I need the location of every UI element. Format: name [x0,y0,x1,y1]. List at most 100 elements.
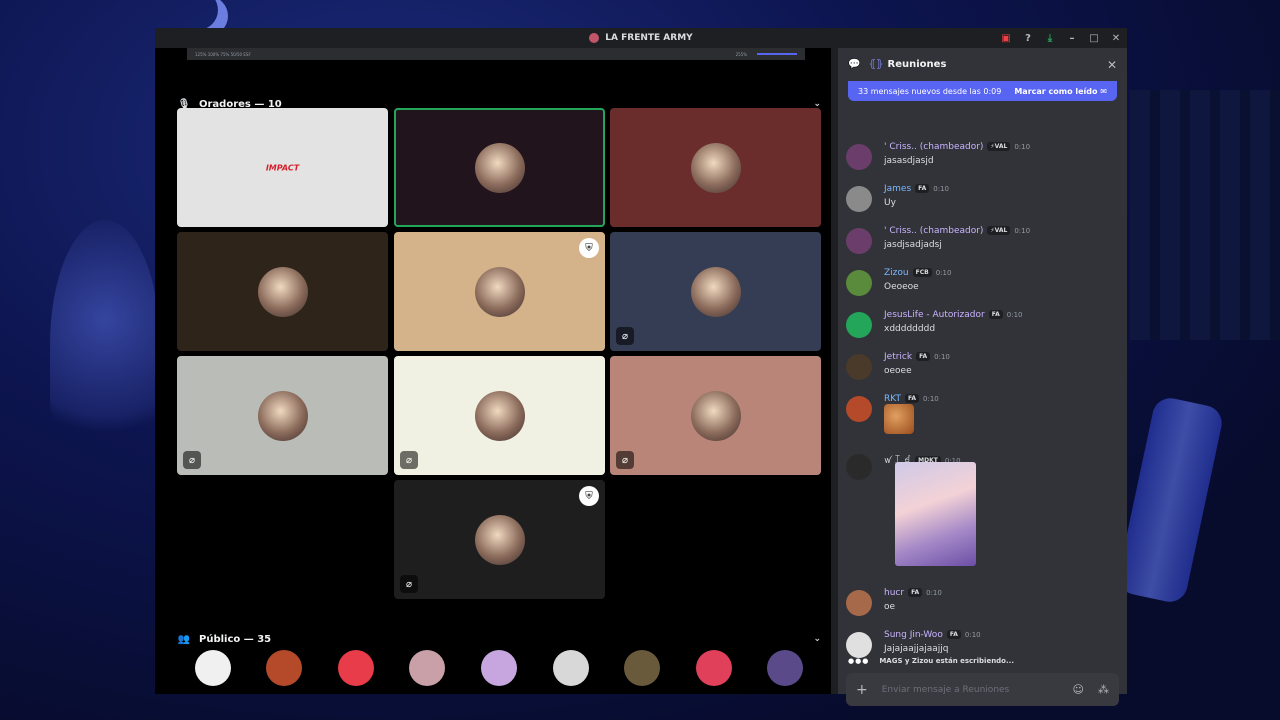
avatar[interactable] [846,186,872,212]
emoji-icon[interactable]: ☺ [1073,683,1084,696]
toolbar-left-text: 125% 100% 75% 50/50 ESF [195,51,251,57]
sticker-image[interactable] [884,404,914,434]
chat-header: 💬 ⦃⦄ Reuniones ✕ [838,48,1127,81]
author-name[interactable]: Zizou [884,268,909,278]
audience-member[interactable] [326,650,386,694]
author-name[interactable]: hucr [884,588,904,598]
audience-header[interactable]: 👥 Público — 35 ⌄ [177,630,821,648]
discord-window: LA FRENTE ARMY ▣ ? ⤓ – □ ✕ 125% 100% 75%… [155,28,1127,706]
apps-icon[interactable]: ⁂ [1098,683,1109,696]
speaker-tile[interactable]: ⛨ [394,232,605,351]
chevron-down-icon[interactable]: ⌄ [813,634,821,644]
speaker-tile[interactable]: ⌀ [177,356,388,475]
people-icon: 👥 [177,633,191,645]
audience-name [541,686,601,694]
timestamp: 0:10 [935,269,952,277]
chat-message[interactable]: Jetrick FA 0:10 oeoee [838,352,1127,388]
chat-message[interactable]: JesusLife - Autorizador FA 0:10 xdddddddd [838,310,1127,346]
chat-message[interactable]: ꪝ ꀤ ꀸ MDKT 0:10 [838,452,1127,572]
audience-row [177,650,821,694]
audience-member[interactable] [397,650,457,694]
chat-message[interactable]: James FA 0:10 Uy [838,184,1127,220]
author-name[interactable]: JesusLife - Autorizador [884,310,985,320]
author-name[interactable]: Sung Jin-Woo [884,630,943,640]
timestamp: 0:10 [926,589,942,597]
audience-member[interactable] [541,650,601,694]
avatar[interactable] [846,396,872,422]
avatar[interactable] [846,590,872,616]
avatar [695,650,732,686]
author-name[interactable]: RKT [884,394,901,404]
audience-member[interactable] [183,650,243,694]
window-title: LA FRENTE ARMY [605,33,693,43]
chat-message[interactable]: ' Criss.. (chambeador) ⚡VAL 0:10 jasdjsadja… [838,226,1127,262]
audience-member[interactable] [684,650,744,694]
impact-logo: IMPACT [265,163,300,172]
chat-message[interactable]: ' Criss.. (chambeador) ⚡VAL 0:10 jasasdjasj… [838,142,1127,178]
avatar[interactable] [846,144,872,170]
avatar[interactable] [846,270,872,296]
attach-plus-icon[interactable]: + [856,682,868,698]
chat-message[interactable]: hucr FA 0:10 oe [838,588,1127,624]
audience-member[interactable] [612,650,672,694]
message-header: ' Criss.. (chambeador) ⚡VAL 0:10 [884,226,1030,236]
speaker-tile[interactable]: ⌀ [610,232,821,351]
zoom-level: 255% [735,51,747,57]
title-bar: LA FRENTE ARMY ▣ ? ⤓ – □ ✕ [155,28,1127,48]
download-icon[interactable]: ⤓ [1039,33,1061,44]
avatar[interactable] [846,228,872,254]
message-header: ' Criss.. (chambeador) ⚡VAL 0:10 [884,142,1030,152]
speaker-tile[interactable] [177,232,388,351]
speaker-tile[interactable] [394,108,605,227]
avatar [480,650,517,686]
author-name[interactable]: Jetrick [884,352,912,362]
speaker-tile[interactable] [610,108,821,227]
close-window-button[interactable]: ✕ [1105,33,1127,44]
typing-dots-icon: ●●● [848,657,870,665]
timestamp: 0:10 [1014,227,1031,235]
minimize-button[interactable]: – [1061,33,1083,44]
composer-input[interactable]: Enviar mensaje a Reuniones [882,685,1010,695]
message-text: xdddddddd [884,324,936,334]
audience-member[interactable] [254,650,314,694]
message-header: Jetrick FA 0:10 [884,352,950,362]
audience-member[interactable] [469,650,529,694]
avatar[interactable] [846,354,872,380]
user-avatar [690,266,741,317]
muted-mic-icon: ⌀ [400,451,418,469]
timestamp: 0:10 [934,353,950,361]
avatar [767,650,804,686]
zoom-slider[interactable] [757,53,797,55]
speaker-tile[interactable]: ⌀ ⛨ [394,480,605,599]
avatar[interactable] [846,312,872,338]
message-text: Uy [884,198,896,208]
stream-toolbar: 125% 100% 75% 50/50 ESF 255% [187,48,805,60]
new-messages-banner[interactable]: 33 mensajes nuevos desde las 0:09 Marcar… [848,81,1117,101]
author-name[interactable]: ' Criss.. (chambeador) [884,226,983,236]
maximize-button[interactable]: □ [1083,33,1105,44]
chat-message[interactable]: Zizou FCB 0:10 Oeoeoe [838,268,1127,304]
server-icon [589,33,600,43]
mark-read-button[interactable]: Marcar como leído ✉ [1014,87,1107,96]
author-name[interactable]: ' Criss.. (chambeador) [884,142,983,152]
muted-mic-icon: ⌀ [400,575,418,593]
stage-channel-icon: ⦃⦄ [868,59,884,70]
avatar[interactable] [846,632,872,658]
message-composer[interactable]: + Enviar mensaje a Reuniones ☺ ⁂ [846,673,1119,706]
chat-message[interactable]: RKT FA 0:10 [838,394,1127,434]
inbox-icon[interactable]: ▣ [995,33,1017,44]
speaker-tile[interactable]: IMPACT [177,108,388,227]
image-attachment[interactable] [895,462,976,566]
audience-name [183,686,243,694]
speaker-tile[interactable]: ⌀ [610,356,821,475]
message-header: Zizou FCB 0:10 [884,268,951,278]
audience-member[interactable] [755,650,815,694]
speaker-tile[interactable]: ⌀ [394,356,605,475]
timestamp: 0:10 [1014,143,1031,151]
timestamp: 0:10 [1006,311,1023,319]
close-icon[interactable]: ✕ [1107,58,1117,72]
avatar[interactable] [846,454,872,480]
audience-name [326,686,386,694]
author-name[interactable]: James [884,184,911,194]
help-icon[interactable]: ? [1017,33,1039,44]
